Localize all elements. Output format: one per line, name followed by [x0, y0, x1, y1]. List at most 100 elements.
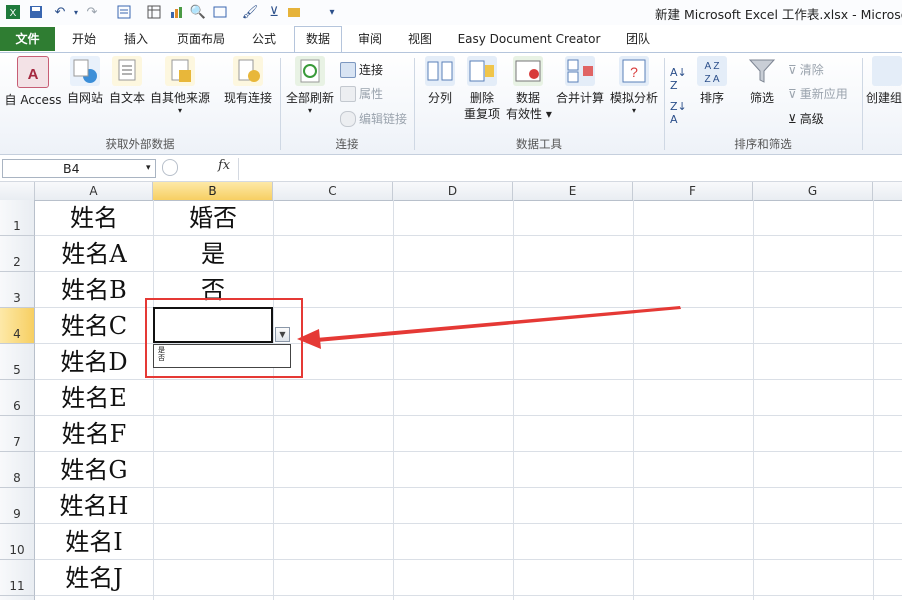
cell-a7[interactable]: 姓名F — [35, 416, 153, 452]
clear-filter-icon: ⊽ — [788, 62, 797, 77]
reapply-icon: ⊽ — [788, 86, 797, 101]
select-all-corner[interactable] — [0, 182, 35, 200]
name-box[interactable]: B4 ▾ — [2, 159, 156, 178]
gridline — [393, 200, 394, 600]
row-header-7[interactable]: 7 — [0, 416, 35, 452]
column-header-f[interactable]: F — [633, 182, 753, 200]
gridline — [633, 200, 634, 600]
column-header-c[interactable]: C — [273, 182, 393, 200]
text-to-columns-button[interactable]: 分列 — [420, 56, 460, 106]
clear-filter-button[interactable]: ⊽ 清除 — [788, 61, 824, 78]
from-text-button[interactable]: 自文本 — [106, 56, 148, 106]
form-icon[interactable] — [116, 3, 132, 21]
what-if-icon: ? — [619, 56, 649, 86]
cell-b2[interactable]: 是 — [153, 236, 273, 272]
properties-button[interactable]: 属性 — [340, 85, 383, 102]
tab-file[interactable]: 文件 — [0, 27, 55, 51]
tab-review[interactable]: 审阅 — [350, 28, 390, 50]
print-preview-icon[interactable]: 🔍 — [190, 3, 206, 21]
from-access-button[interactable]: A 自 Access — [4, 56, 62, 108]
cell-a4[interactable]: 姓名C — [35, 308, 153, 344]
cell-a2[interactable]: 姓名A — [35, 236, 153, 272]
row-header-4[interactable]: 4 — [0, 308, 35, 344]
from-access-label: 自 Access — [4, 93, 62, 107]
sort-ascending-icon[interactable]: A↓ Z — [670, 66, 687, 92]
sheet-icon[interactable] — [286, 3, 302, 21]
tab-data[interactable]: 数据 — [294, 26, 342, 52]
cell-a10[interactable]: 姓名I — [35, 524, 153, 560]
brush-icon[interactable]: 🖌 — [242, 3, 259, 21]
row-header-5[interactable]: 5 — [0, 344, 35, 380]
row-header-9[interactable]: 9 — [0, 488, 35, 524]
cell-a8[interactable]: 姓名G — [35, 452, 153, 488]
connections-button[interactable]: 连接 — [340, 61, 383, 78]
column-header-b[interactable]: B — [153, 182, 273, 200]
remove-duplicates-button[interactable]: 删除 重复项 — [460, 56, 504, 122]
advanced-filter-icon: ⊻ — [788, 111, 797, 126]
sort-button[interactable]: A Z Z A 排序 — [692, 56, 732, 106]
reapply-button[interactable]: ⊽ 重新应用 — [788, 85, 848, 102]
cell-a5[interactable]: 姓名D — [35, 344, 153, 380]
tab-team[interactable]: 团队 — [616, 28, 660, 50]
tab-view[interactable]: 视图 — [400, 28, 440, 50]
gridline — [753, 200, 754, 600]
column-header-g[interactable]: G — [753, 182, 873, 200]
filter-button[interactable]: 筛选 — [742, 56, 782, 106]
fx-icon[interactable]: fx — [218, 158, 230, 173]
row-header-2[interactable]: 2 — [0, 236, 35, 272]
data-validation-button[interactable]: 数据 有效性 ▾ — [506, 56, 552, 122]
formula-bar-resize-icon[interactable] — [162, 159, 178, 176]
row-header-3[interactable]: 3 — [0, 272, 35, 308]
tab-home[interactable]: 开始 — [62, 28, 106, 50]
from-other-sources-button[interactable]: 自其他来源 ▾ — [148, 56, 212, 116]
tab-insert[interactable]: 插入 — [114, 28, 158, 50]
redo-icon[interactable]: ↷ — [84, 3, 100, 21]
row-header-6[interactable]: 6 — [0, 380, 35, 416]
name-box-dropdown-icon[interactable]: ▾ — [146, 160, 151, 177]
column-header-h-partial[interactable] — [873, 182, 902, 200]
dropdown-arrow-icon: ▾ — [177, 106, 182, 115]
tab-formulas[interactable]: 公式 — [242, 28, 286, 50]
cell-a6[interactable]: 姓名E — [35, 380, 153, 416]
column-header-e[interactable]: E — [513, 182, 633, 200]
tab-easy-document-creator[interactable]: Easy Document Creator — [452, 28, 606, 50]
row-header-11[interactable]: 11 — [0, 560, 35, 596]
column-header-a[interactable]: A — [35, 182, 153, 200]
group-button[interactable]: 创建组 — [866, 56, 902, 106]
row-header-10[interactable]: 10 — [0, 524, 35, 560]
undo-icon[interactable]: ↶ — [50, 3, 70, 21]
row-header-12-partial[interactable] — [0, 596, 35, 600]
existing-connections-button[interactable]: 现有连接 — [220, 56, 276, 106]
cell-a1[interactable]: 姓名 — [35, 200, 153, 236]
customize-icon[interactable]: ▾ — [326, 3, 338, 21]
tab-page-layout[interactable]: 页面布局 — [168, 28, 234, 50]
chart-icon[interactable] — [168, 3, 184, 21]
cell-a9[interactable]: 姓名H — [35, 488, 153, 524]
sort-icon[interactable] — [212, 3, 228, 21]
undo-dropdown-icon[interactable]: ▾ — [72, 3, 80, 21]
cell-a11[interactable]: 姓名J — [35, 560, 153, 596]
sort-descending-icon[interactable]: Z↓ A — [670, 100, 687, 126]
column-header-d[interactable]: D — [393, 182, 513, 200]
from-web-button[interactable]: 自网站 — [64, 56, 106, 106]
dropdown-arrow-icon: ▾ — [307, 106, 312, 115]
svg-text:A Z: A Z — [704, 61, 719, 72]
group-label-connections: 连接 — [335, 137, 359, 151]
cell-b1[interactable]: 婚否 — [153, 200, 273, 236]
properties-label: 属性 — [359, 87, 384, 101]
consolidate-button[interactable]: 合并计算 — [554, 56, 606, 106]
edit-links-button[interactable]: 编辑链接 — [340, 110, 407, 127]
save-icon[interactable] — [28, 3, 44, 21]
properties-icon — [340, 85, 356, 102]
filter-icon[interactable]: ⊻ — [264, 3, 284, 21]
other-sources-icon — [165, 56, 195, 86]
refresh-all-button[interactable]: 全部刷新 ▾ — [284, 56, 336, 116]
row-header-8[interactable]: 8 — [0, 452, 35, 488]
cell-a3[interactable]: 姓名B — [35, 272, 153, 308]
formula-input[interactable] — [238, 158, 902, 180]
what-if-analysis-button[interactable]: ? 模拟分析 ▾ — [608, 56, 660, 116]
access-icon: A — [17, 56, 49, 88]
table-icon[interactable] — [146, 3, 162, 21]
row-header-1[interactable]: 1 — [0, 200, 35, 236]
advanced-filter-button[interactable]: ⊻ 高级 — [788, 110, 824, 127]
